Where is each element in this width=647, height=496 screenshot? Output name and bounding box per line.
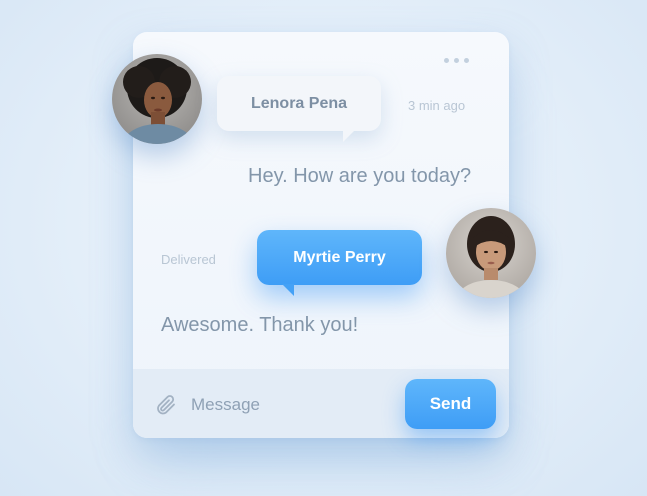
- avatar-portrait-2: [446, 208, 536, 298]
- sender-name: Myrtie Perry: [293, 248, 386, 266]
- message-input[interactable]: [191, 392, 381, 418]
- dot: [444, 58, 449, 63]
- bubble-tail: [282, 284, 294, 296]
- message-timestamp: 3 min ago: [408, 98, 466, 113]
- sender-bubble-lenora[interactable]: Lenora Pena: [217, 76, 381, 142]
- more-options-icon[interactable]: [444, 58, 469, 63]
- avatar-portrait-1: [112, 54, 202, 144]
- delivery-status: Delivered: [161, 252, 216, 267]
- dot: [464, 58, 469, 63]
- bubble-tail: [343, 130, 355, 142]
- dot: [454, 58, 459, 63]
- sender-bubble-myrtie[interactable]: Myrtie Perry: [257, 230, 422, 296]
- paperclip-icon[interactable]: [154, 393, 178, 417]
- sender-name: Lenora Pena: [250, 94, 348, 112]
- avatar-lenora-pena[interactable]: [112, 54, 202, 144]
- avatar-myrtie-perry[interactable]: [446, 208, 536, 298]
- outgoing-message-text: Awesome. Thank you!: [161, 314, 359, 336]
- send-button[interactable]: Send: [405, 379, 496, 429]
- incoming-message-text: Hey. How are you today?: [248, 165, 472, 187]
